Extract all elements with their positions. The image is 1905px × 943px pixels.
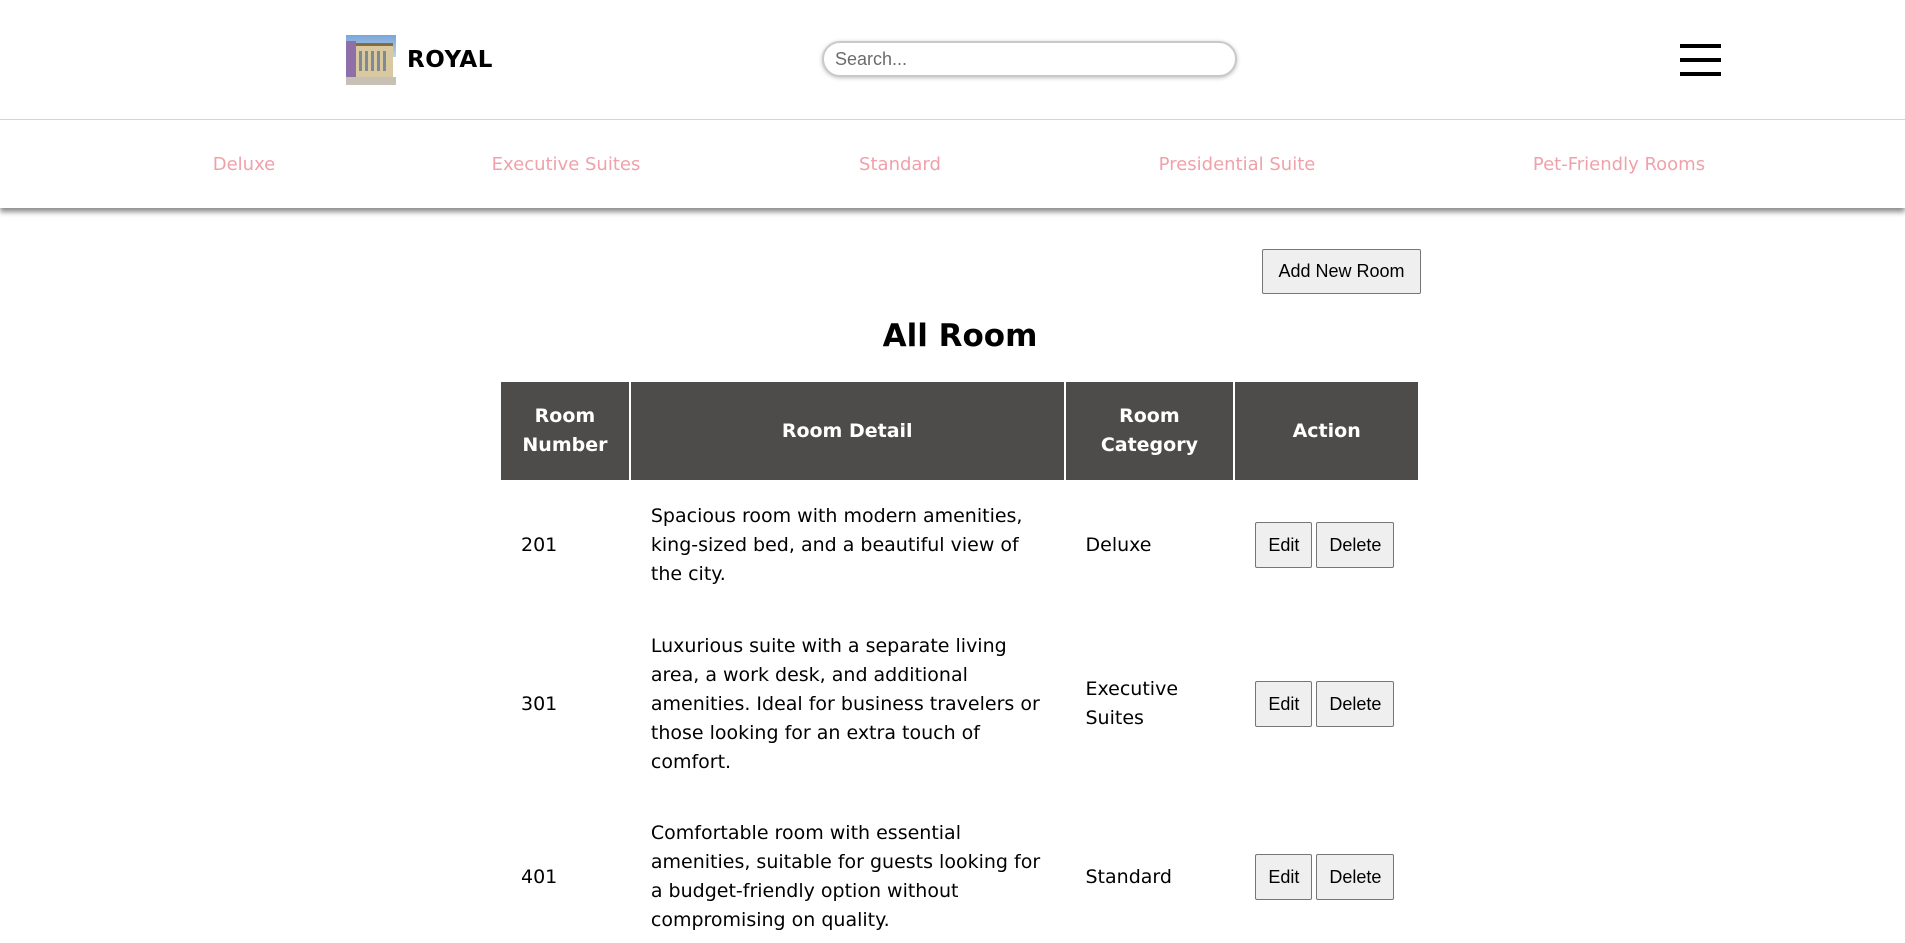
room-number-cell: 301: [521, 692, 558, 715]
hamburger-menu-icon[interactable]: [1680, 44, 1721, 76]
table-row: 401 Comfortable room with essential amen…: [501, 798, 1418, 943]
room-category-cell: Standard: [1085, 865, 1172, 888]
edit-button[interactable]: Edit: [1255, 522, 1313, 568]
column-header-room-number: Room Number: [501, 382, 629, 480]
edit-button[interactable]: Edit: [1255, 681, 1313, 727]
column-header-action: Action: [1235, 382, 1418, 480]
delete-button[interactable]: Delete: [1316, 854, 1395, 900]
rooms-table: Room Number Room Detail Room Category Ac…: [499, 382, 1420, 943]
brand[interactable]: ROYAL: [346, 35, 493, 85]
table-header-row: Room Number Room Detail Room Category Ac…: [501, 382, 1418, 480]
table-row: 301 Luxurious suite with a separate livi…: [501, 610, 1418, 798]
delete-button[interactable]: Delete: [1316, 681, 1395, 727]
room-category-cell: Deluxe: [1085, 533, 1152, 556]
category-link-standard[interactable]: Standard: [859, 154, 941, 175]
column-header-room-category: Room Category: [1065, 382, 1234, 480]
room-category-cell: Executive Suites: [1085, 678, 1179, 729]
category-nav: Deluxe Executive Suites Standard Preside…: [0, 120, 1905, 208]
room-number-cell: 201: [521, 533, 558, 556]
edit-button[interactable]: Edit: [1255, 854, 1313, 900]
column-header-room-detail: Room Detail: [630, 382, 1064, 480]
room-detail-cell: Spacious room with modern amenities, kin…: [650, 504, 1023, 585]
page-title: All Room: [882, 318, 1038, 354]
action-cell: Edit Delete: [1235, 798, 1418, 943]
category-link-deluxe[interactable]: Deluxe: [213, 154, 276, 175]
brand-name: ROYAL: [407, 47, 493, 73]
add-new-room-button[interactable]: Add New Room: [1262, 249, 1421, 294]
delete-button[interactable]: Delete: [1316, 522, 1395, 568]
room-number-cell: 401: [521, 865, 558, 888]
search-input[interactable]: [822, 41, 1237, 77]
table-row: 201 Spacious room with modern amenities,…: [501, 480, 1418, 610]
room-detail-cell: Luxurious suite with a separate living a…: [650, 634, 1040, 773]
category-link-executive-suites[interactable]: Executive Suites: [492, 154, 641, 175]
category-link-pet-friendly-rooms[interactable]: Pet-Friendly Rooms: [1533, 154, 1705, 175]
room-detail-cell: Comfortable room with essential amenitie…: [650, 822, 1041, 931]
hotel-logo-image: [346, 35, 396, 85]
action-cell: Edit Delete: [1235, 610, 1418, 798]
site-header: ROYAL: [0, 0, 1905, 120]
category-link-presidential-suite[interactable]: Presidential Suite: [1159, 154, 1316, 175]
action-cell: Edit Delete: [1235, 480, 1418, 610]
